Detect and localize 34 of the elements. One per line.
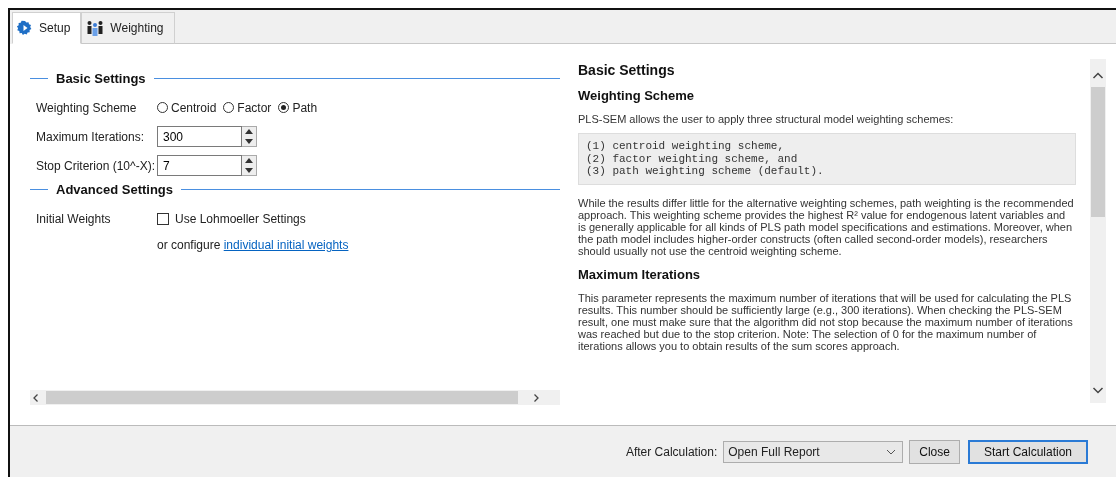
help-paragraph: While the results differ little for the alternative weighting schemes, path weighting is the recommended approach. This weighting scheme provides the highest R² value for endogenous latent variables and is generally applicable for all kinds of PLS path model specifications and estimations. Moreover, when the path model includes higher-order constructs (often called second-order models), researchers should usually not use the centroid weighting scheme. — [578, 196, 1075, 257]
help-paragraph: PLS-SEM allows the user to apply three structural model weighting schemes: — [578, 113, 955, 125]
radio-option[interactable]: Path — [278, 100, 318, 115]
help-heading: Weighting Scheme — [578, 88, 696, 103]
chevron-icon — [886, 448, 897, 455]
weights-link[interactable]: individual initial weights — [223, 238, 349, 252]
help-title: Basic Settings — [578, 62, 676, 78]
vertical-scrollbar[interactable] — [1090, 59, 1106, 403]
section-title: Basic Settings — [56, 70, 146, 86]
radio-option[interactable]: Centroid — [157, 100, 217, 115]
gear-icon — [17, 20, 33, 36]
field-label: Initial Weights — [36, 211, 112, 226]
help-paragraph: This parameter represents the maximum number of iterations that will be used for calculating the PLS results. This number should be sufficiently large (e.g., 300 iterations). When checking the PLS-SEM result, one must make sure that the algorithm did not stop because the maximum number of iterations was reached but due to the stop criterion. Note: The selection of 0 for the maximum number of iterations allows you to obtain results of the sum scores approach. — [578, 291, 1074, 352]
number-field[interactable]: 300 — [157, 126, 242, 147]
field-label: Weighting Scheme — [36, 100, 138, 115]
report-dropdown[interactable]: Open Full Report — [723, 440, 904, 463]
checkbox-option[interactable]: Use Lohmoeller Settings — [157, 211, 306, 226]
spin-buttons[interactable] — [242, 126, 257, 147]
tab[interactable]: Setup — [12, 12, 82, 44]
field-label: Stop Criterion (10^-X): — [36, 158, 156, 173]
checkbox[interactable] — [157, 212, 169, 225]
start-button[interactable]: Start Calculation — [967, 439, 1088, 464]
people-icon — [86, 20, 105, 36]
after-calculation-label: After Calculation: — [625, 444, 718, 459]
field-label: Maximum Iterations: — [36, 129, 146, 144]
close-button[interactable]: Close — [909, 439, 960, 464]
help-heading: Maximum Iterations — [578, 266, 702, 282]
section-title: Advanced Settings — [56, 181, 174, 197]
radio-option[interactable]: Factor — [223, 100, 272, 115]
tab[interactable]: Weighting — [81, 12, 175, 44]
spin-buttons[interactable] — [242, 155, 257, 176]
configure-text: or configure individual initial weights — [157, 238, 349, 252]
number-field[interactable]: 7 — [157, 155, 242, 176]
code-block: (1) centroid weighting scheme, (2) factor weighting scheme, and (3) path weighting scheme (default). — [578, 133, 1076, 185]
